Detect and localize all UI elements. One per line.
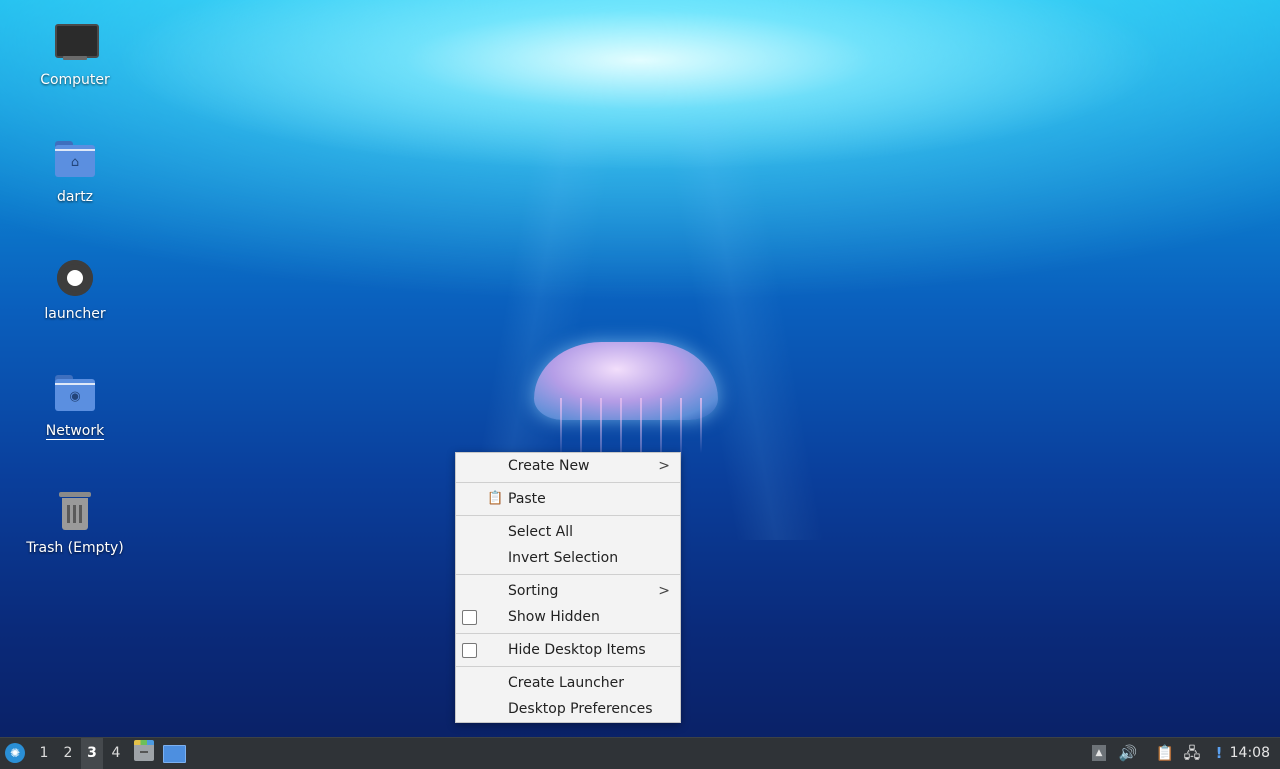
clipboard-manager-icon[interactable]: 📋 bbox=[1154, 738, 1176, 769]
trash-icon bbox=[51, 488, 99, 536]
menu-separator bbox=[456, 482, 680, 483]
menu-separator bbox=[456, 633, 680, 634]
workspace-3[interactable]: 3 bbox=[81, 738, 103, 769]
menu-item-paste[interactable]: 📋 Paste bbox=[456, 486, 680, 512]
show-desktop-icon[interactable] bbox=[163, 745, 186, 763]
network-folder-icon: ◉ bbox=[51, 371, 99, 419]
menu-item-select-all[interactable]: Select All bbox=[456, 519, 680, 545]
workspace-1[interactable]: 1 bbox=[33, 738, 55, 769]
menu-item-create-new[interactable]: Create New > bbox=[456, 453, 680, 479]
chevron-right-icon: > bbox=[658, 583, 670, 599]
desktop-context-menu: Create New > 📋 Paste Select All Invert S… bbox=[455, 452, 681, 723]
menu-item-create-launcher[interactable]: Create Launcher bbox=[456, 670, 680, 696]
desktop-icon-computer[interactable]: Computer bbox=[10, 20, 140, 88]
desktop-icon-label: dartz bbox=[56, 189, 94, 205]
workspace-2[interactable]: 2 bbox=[57, 738, 79, 769]
show-hidden-checkbox[interactable] bbox=[462, 610, 477, 625]
menu-item-label: Create New bbox=[508, 458, 590, 474]
menu-item-label: Paste bbox=[508, 491, 546, 507]
menu-item-label: Invert Selection bbox=[508, 550, 619, 566]
chevron-right-icon: > bbox=[658, 458, 670, 474]
notification-icon[interactable]: ! bbox=[1208, 738, 1230, 769]
menu-item-label: Desktop Preferences bbox=[508, 701, 653, 717]
menu-item-label: Sorting bbox=[508, 583, 559, 599]
workspace-4[interactable]: 4 bbox=[105, 738, 127, 769]
menu-item-sorting[interactable]: Sorting > bbox=[456, 578, 680, 604]
desktop-icon-label: Trash (Empty) bbox=[26, 540, 124, 556]
network-icon[interactable]: 🖧 bbox=[1181, 738, 1203, 769]
menu-separator bbox=[456, 666, 680, 667]
menu-item-label: Hide Desktop Items bbox=[508, 642, 646, 658]
tray-expand-icon[interactable]: ▲ bbox=[1092, 745, 1106, 761]
clock[interactable]: 14:08 bbox=[1230, 738, 1270, 769]
menu-separator bbox=[456, 574, 680, 575]
desktop-icon-trash[interactable]: Trash (Empty) bbox=[10, 488, 140, 556]
menu-item-show-hidden[interactable]: Show Hidden bbox=[456, 604, 680, 630]
desktop-icon-network[interactable]: ◉ Network bbox=[10, 371, 140, 440]
gear-icon bbox=[51, 254, 99, 302]
menu-item-label: Create Launcher bbox=[508, 675, 625, 691]
desktop-icon-launcher[interactable]: launcher bbox=[10, 254, 140, 322]
menu-item-label: Select All bbox=[508, 524, 573, 540]
desktop-icon-label: launcher bbox=[44, 306, 106, 322]
menu-item-hide-desktop-items[interactable]: Hide Desktop Items bbox=[456, 637, 680, 663]
clipboard-icon: 📋 bbox=[487, 491, 504, 506]
menu-separator bbox=[456, 515, 680, 516]
hide-desktop-items-checkbox[interactable] bbox=[462, 643, 477, 658]
desktop-icon-label: Network bbox=[45, 423, 105, 440]
menu-item-label: Show Hidden bbox=[508, 609, 600, 625]
taskbar: ✺ 1 2 3 4 ▲ 🔊 📋 🖧 ! 14:08 bbox=[0, 737, 1280, 769]
start-menu-icon[interactable]: ✺ bbox=[5, 743, 25, 763]
desktop-icon-home[interactable]: ⌂ dartz bbox=[10, 137, 140, 205]
menu-item-desktop-preferences[interactable]: Desktop Preferences bbox=[456, 696, 680, 722]
file-manager-icon[interactable] bbox=[134, 740, 154, 761]
desktop-icon-label: Computer bbox=[40, 72, 110, 88]
volume-icon[interactable]: 🔊 bbox=[1117, 738, 1139, 769]
home-folder-icon: ⌂ bbox=[51, 137, 99, 185]
menu-item-invert-selection[interactable]: Invert Selection bbox=[456, 545, 680, 571]
computer-icon bbox=[51, 20, 99, 68]
